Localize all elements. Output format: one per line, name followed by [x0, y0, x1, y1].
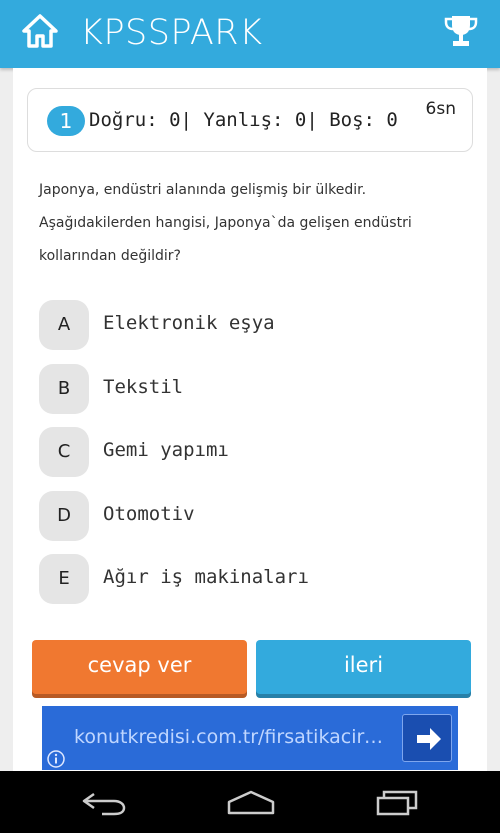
quiz-panel: 1 Doğru: 0| Yanlış: 0| Boş: 0 6sn Japony… [13, 68, 487, 773]
option-d[interactable]: D Otomotiv [39, 491, 459, 541]
info-icon[interactable] [46, 749, 66, 769]
option-a[interactable]: A Elektronik eşya [39, 300, 459, 350]
question-number-badge: 1 [47, 106, 85, 136]
score-status-box: 1 Doğru: 0| Yanlış: 0| Boş: 0 6sn [27, 88, 473, 152]
option-letter[interactable]: E [39, 554, 89, 604]
option-letter[interactable]: D [39, 491, 89, 541]
next-button[interactable]: ileri [256, 640, 471, 694]
option-letter[interactable]: A [39, 300, 89, 350]
timer: 6sn [425, 99, 456, 119]
trophy-icon[interactable] [443, 13, 479, 49]
question-line: kollarından değildir? [39, 248, 181, 264]
option-letter[interactable]: C [39, 427, 89, 477]
option-text[interactable]: Elektronik eşya [103, 312, 275, 334]
ad-arrow-button[interactable] [402, 714, 452, 762]
ad-link-text[interactable]: konutkredisi.com.tr/firsatikacirmayin [74, 726, 386, 748]
system-nav-bar [0, 771, 500, 833]
recents-icon[interactable] [374, 788, 420, 818]
option-text[interactable]: Tekstil [103, 376, 183, 398]
question-line: Japonya, endüstri alanında gelişmiş bir … [39, 182, 367, 198]
ad-banner[interactable]: konutkredisi.com.tr/firsatikacirmayin [42, 706, 458, 770]
arrow-right-icon [417, 728, 441, 750]
option-text[interactable]: Gemi yapımı [103, 439, 229, 461]
home-icon[interactable] [22, 14, 58, 48]
answer-button[interactable]: cevap ver [32, 640, 247, 694]
app-title: KPSSPARK [80, 13, 263, 53]
option-letter[interactable]: B [39, 364, 89, 414]
option-text[interactable]: Ağır iş makinaları [103, 566, 309, 588]
back-icon[interactable] [80, 788, 128, 818]
option-b[interactable]: B Tekstil [39, 364, 459, 414]
home-outline-icon[interactable] [226, 788, 276, 818]
question-line: Aşağıdakilerden hangisi, Japonya`da geli… [39, 215, 412, 231]
app-bar: KPSSPARK [0, 0, 500, 68]
score-stats: Doğru: 0| Yanlış: 0| Boş: 0 [89, 109, 398, 131]
question-text: Japonya, endüstri alanında gelişmiş bir … [39, 174, 459, 273]
option-text[interactable]: Otomotiv [103, 503, 195, 525]
option-e[interactable]: E Ağır iş makinaları [39, 554, 459, 604]
option-c[interactable]: C Gemi yapımı [39, 427, 459, 477]
